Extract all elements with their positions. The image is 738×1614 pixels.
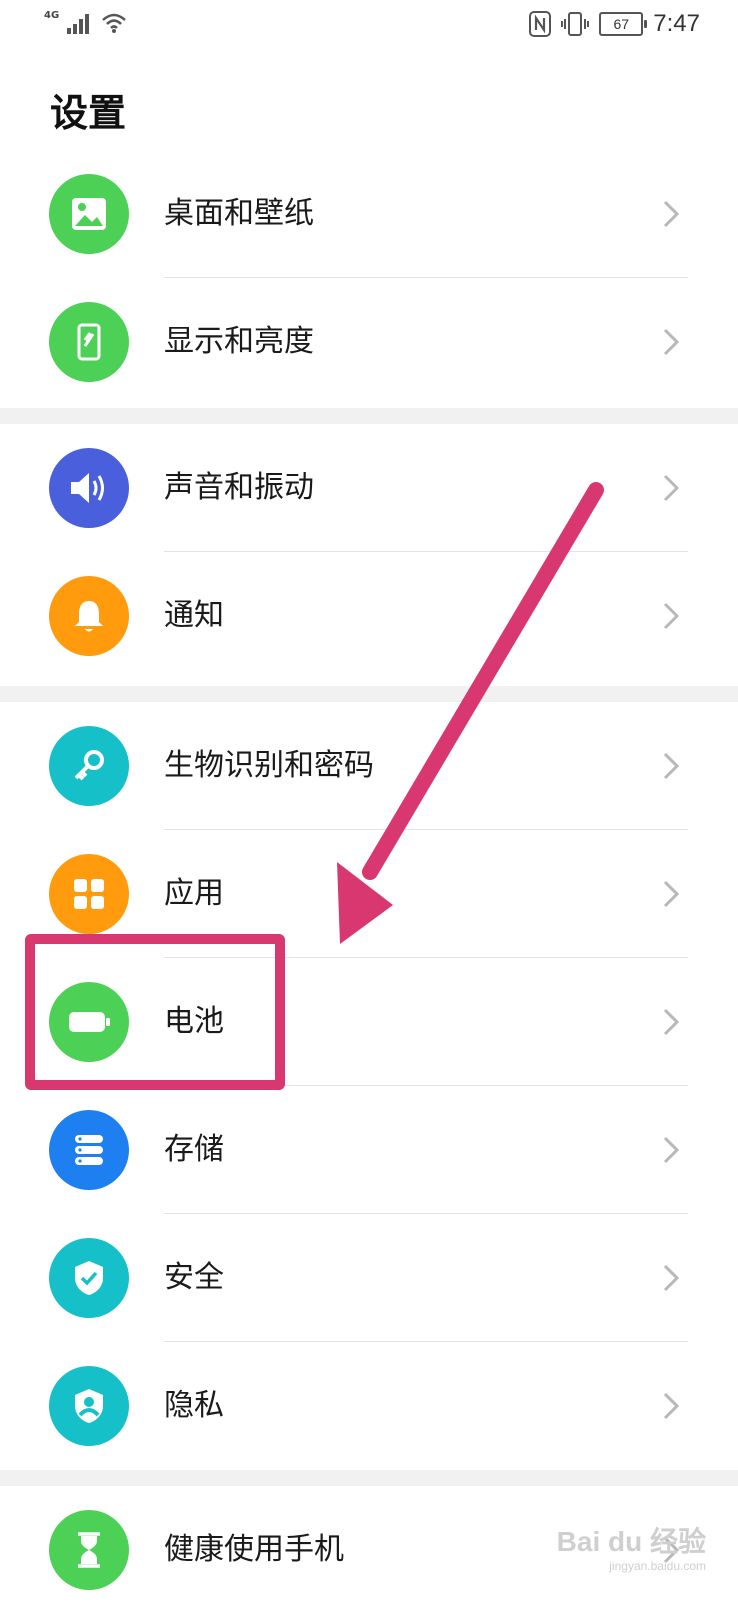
settings-item-privacy[interactable]: 隐私 xyxy=(0,1342,738,1470)
settings-group-sound: 声音和振动 通知 xyxy=(0,424,738,680)
wifi-icon xyxy=(102,13,127,33)
network-type: 4G xyxy=(44,9,60,21)
settings-item-label: 存储 xyxy=(164,1132,224,1167)
settings-group-system: 生物识别和密码 应用 电池 存储 安全 隐私 xyxy=(0,702,738,1470)
section-gap xyxy=(0,686,738,702)
status-right: 67 7:47 xyxy=(529,10,700,38)
chevron-right-icon xyxy=(663,602,680,630)
settings-item-label: 生物识别和密码 xyxy=(164,748,374,783)
settings-group-display: 桌面和壁纸 显示和亮度 xyxy=(0,150,738,406)
chevron-right-icon xyxy=(663,880,680,908)
chevron-right-icon xyxy=(663,1008,680,1036)
chevron-right-icon xyxy=(663,200,680,228)
settings-item-display[interactable]: 显示和亮度 xyxy=(0,278,738,406)
section-gap xyxy=(0,408,738,424)
vibrate-icon xyxy=(561,12,590,36)
settings-item-label: 桌面和壁纸 xyxy=(164,196,314,231)
chevron-right-icon xyxy=(663,1264,680,1292)
status-left: 4G xyxy=(44,9,127,34)
settings-item-storage[interactable]: 存储 xyxy=(0,1086,738,1214)
page-title: 设置 xyxy=(50,91,127,135)
settings-item-label: 安全 xyxy=(164,1260,224,1295)
chevron-right-icon xyxy=(663,328,680,356)
chevron-right-icon xyxy=(663,1392,680,1420)
watermark-brand: Bai du 经验 xyxy=(556,1526,706,1557)
battery-icon: 67 xyxy=(599,12,648,36)
settings-item-wallpaper[interactable]: 桌面和壁纸 xyxy=(0,150,738,278)
hourglass-icon xyxy=(49,1510,129,1590)
settings-item-battery[interactable]: 电池 xyxy=(0,958,738,1086)
status-time: 7:47 xyxy=(653,10,700,37)
battery-icon xyxy=(49,982,129,1062)
storage-icon xyxy=(49,1110,129,1190)
settings-item-label: 显示和亮度 xyxy=(164,324,314,359)
settings-item-notifications[interactable]: 通知 xyxy=(0,552,738,680)
chevron-right-icon xyxy=(663,474,680,502)
settings-item-label: 声音和振动 xyxy=(164,470,314,505)
settings-item-label: 健康使用手机 xyxy=(164,1532,344,1567)
key-icon xyxy=(49,726,129,806)
settings-item-label: 应用 xyxy=(164,876,224,911)
watermark: Bai du 经验 jingyan.baidu.com xyxy=(556,1526,706,1573)
settings-item-label: 电池 xyxy=(164,1004,224,1039)
status-bar: 4G 67 7:47 xyxy=(0,0,738,52)
section-gap xyxy=(0,1470,738,1486)
settings-item-label: 通知 xyxy=(164,598,224,633)
watermark-url: jingyan.baidu.com xyxy=(609,1559,706,1573)
wallpaper-icon xyxy=(49,174,129,254)
settings-item-security[interactable]: 安全 xyxy=(0,1214,738,1342)
speaker-icon xyxy=(49,448,129,528)
shield-icon xyxy=(49,1238,129,1318)
battery-level: 67 xyxy=(613,16,630,32)
settings-item-biometrics[interactable]: 生物识别和密码 xyxy=(0,702,738,830)
privacy-icon xyxy=(49,1366,129,1446)
chevron-right-icon xyxy=(663,752,680,780)
display-icon xyxy=(49,302,129,382)
nfc-icon xyxy=(529,11,552,37)
settings-item-apps[interactable]: 应用 xyxy=(0,830,738,958)
settings-item-sound[interactable]: 声音和振动 xyxy=(0,424,738,552)
settings-item-label: 隐私 xyxy=(164,1388,224,1423)
chevron-right-icon xyxy=(663,1136,680,1164)
bell-icon xyxy=(49,576,129,656)
signal-icon xyxy=(67,14,90,34)
apps-grid-icon xyxy=(49,854,129,934)
